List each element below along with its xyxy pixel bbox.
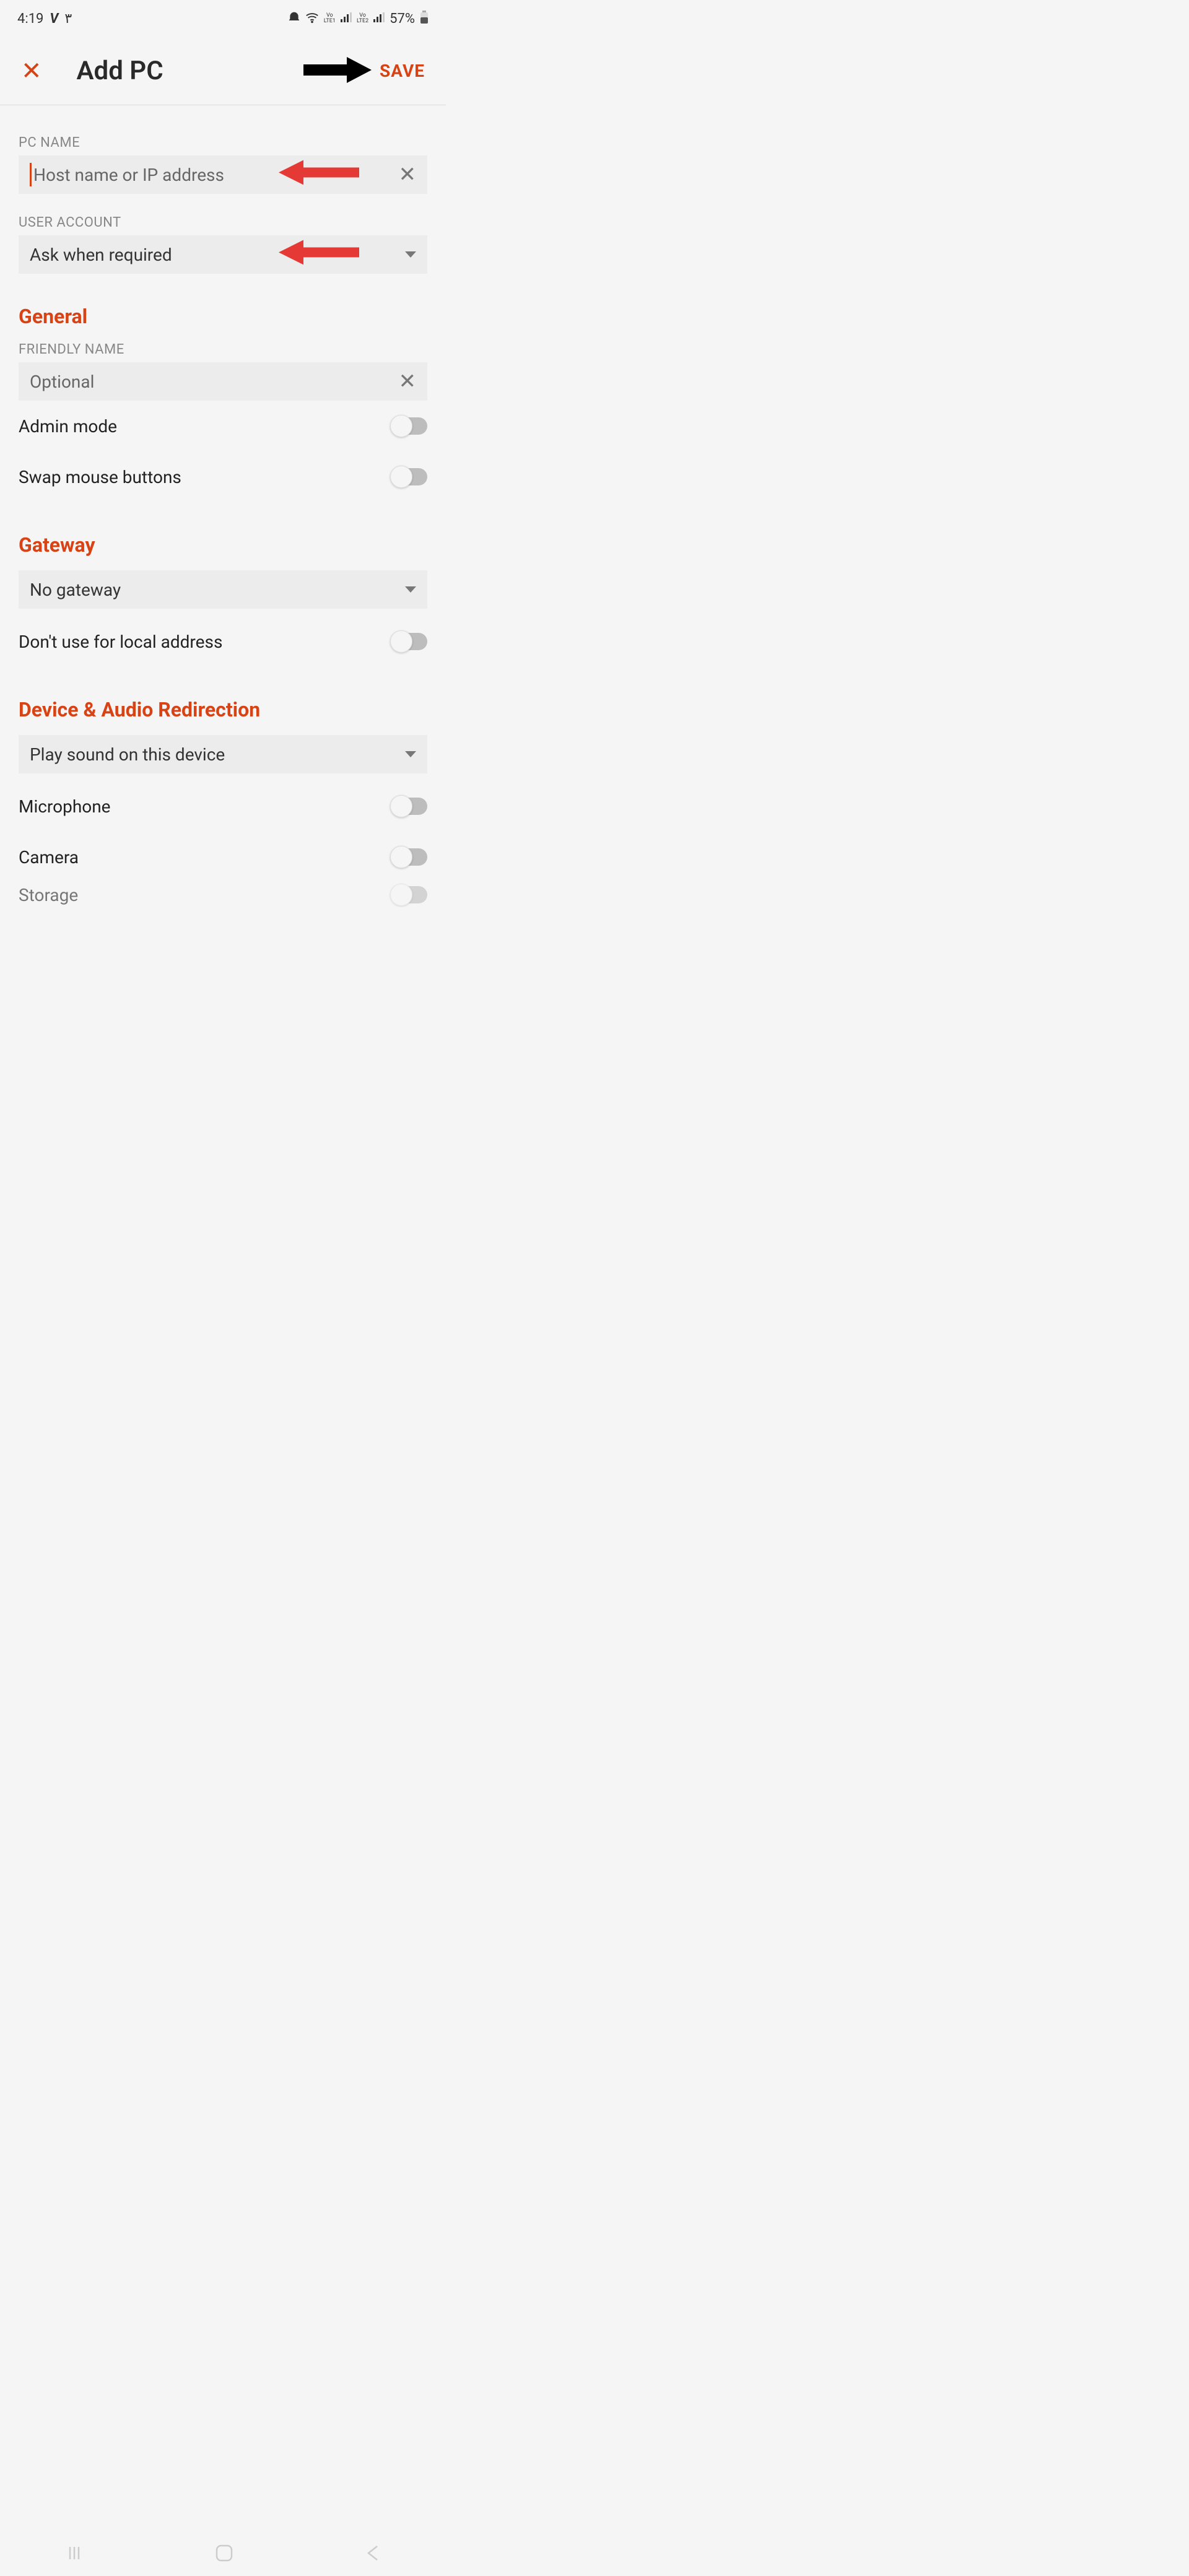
signal-lte2: Vo LTE2 <box>357 13 368 24</box>
gateway-dropdown[interactable]: No gateway <box>19 570 427 609</box>
annotation-arrow-save <box>303 57 372 85</box>
wifi-icon <box>305 11 319 27</box>
nav-bar <box>0 2533 446 2576</box>
storage-row: Storage <box>19 882 427 907</box>
section-device-audio: Device & Audio Redirection <box>19 698 427 721</box>
storage-label: Storage <box>19 885 391 905</box>
chevron-down-icon <box>405 586 416 593</box>
status-right: Vo LTE1 Vo LTE2 57% <box>288 11 429 27</box>
microphone-toggle[interactable] <box>391 798 427 815</box>
home-button[interactable] <box>214 2543 235 2566</box>
section-general: General <box>19 305 427 328</box>
user-account-value: Ask when required <box>30 245 405 265</box>
local-addr-toggle[interactable] <box>391 633 427 650</box>
storage-toggle[interactable] <box>391 886 427 903</box>
pc-name-placeholder: Host name or IP address <box>33 165 399 185</box>
user-account-label: USER ACCOUNT <box>19 215 427 230</box>
swap-mouse-row: Swap mouse buttons <box>19 451 427 502</box>
pc-name-input[interactable]: Host name or IP address ✕ <box>19 155 427 194</box>
save-button[interactable]: SAVE <box>380 61 425 81</box>
pc-name-label: PC NAME <box>19 135 427 150</box>
section-gateway: Gateway <box>19 533 427 557</box>
signal-bars-1-icon <box>341 12 352 25</box>
local-addr-label: Don't use for local address <box>19 632 391 652</box>
sound-dropdown[interactable]: Play sound on this device <box>19 735 427 773</box>
close-icon[interactable]: ✕ <box>21 59 42 84</box>
camera-toggle[interactable] <box>391 848 427 866</box>
swap-mouse-label: Swap mouse buttons <box>19 467 391 487</box>
user-account-dropdown[interactable]: Ask when required <box>19 235 427 274</box>
gateway-value: No gateway <box>30 580 405 600</box>
back-button[interactable] <box>365 2544 381 2565</box>
signal-bars-2-icon <box>373 12 385 25</box>
text-cursor <box>30 163 32 186</box>
battery-icon <box>420 11 429 27</box>
clear-friendly-name-icon[interactable]: ✕ <box>399 369 417 394</box>
camera-label: Camera <box>19 847 391 868</box>
friendly-name-placeholder: Optional <box>30 372 399 392</box>
swap-mouse-toggle[interactable] <box>391 468 427 485</box>
recents-button[interactable] <box>65 2544 84 2565</box>
alarm-icon <box>288 11 300 27</box>
status-extra: ۳ <box>64 11 72 27</box>
header: ✕ Add PC SAVE <box>0 37 446 105</box>
status-app-icon: V <box>50 11 58 27</box>
status-time: 4:19 <box>17 11 43 27</box>
chevron-down-icon <box>405 751 416 757</box>
status-bar: 4:19 V ۳ Vo LTE1 Vo LTE2 57% <box>0 0 446 37</box>
status-left: 4:19 V ۳ <box>17 11 72 27</box>
microphone-label: Microphone <box>19 796 391 817</box>
clear-pc-name-icon[interactable]: ✕ <box>399 162 417 187</box>
admin-mode-toggle[interactable] <box>391 417 427 435</box>
friendly-name-label: FRIENDLY NAME <box>19 342 427 357</box>
chevron-down-icon <box>405 251 416 258</box>
signal-lte1: Vo LTE1 <box>324 13 336 24</box>
battery-percent: 57% <box>390 11 415 27</box>
camera-row: Camera <box>19 832 427 882</box>
friendly-name-input[interactable]: Optional ✕ <box>19 362 427 401</box>
local-addr-row: Don't use for local address <box>19 616 427 667</box>
content: PC NAME Host name or IP address ✕ USER A… <box>0 105 446 963</box>
microphone-row: Microphone <box>19 781 427 832</box>
admin-mode-label: Admin mode <box>19 416 391 437</box>
sound-value: Play sound on this device <box>30 744 405 765</box>
admin-mode-row: Admin mode <box>19 401 427 451</box>
